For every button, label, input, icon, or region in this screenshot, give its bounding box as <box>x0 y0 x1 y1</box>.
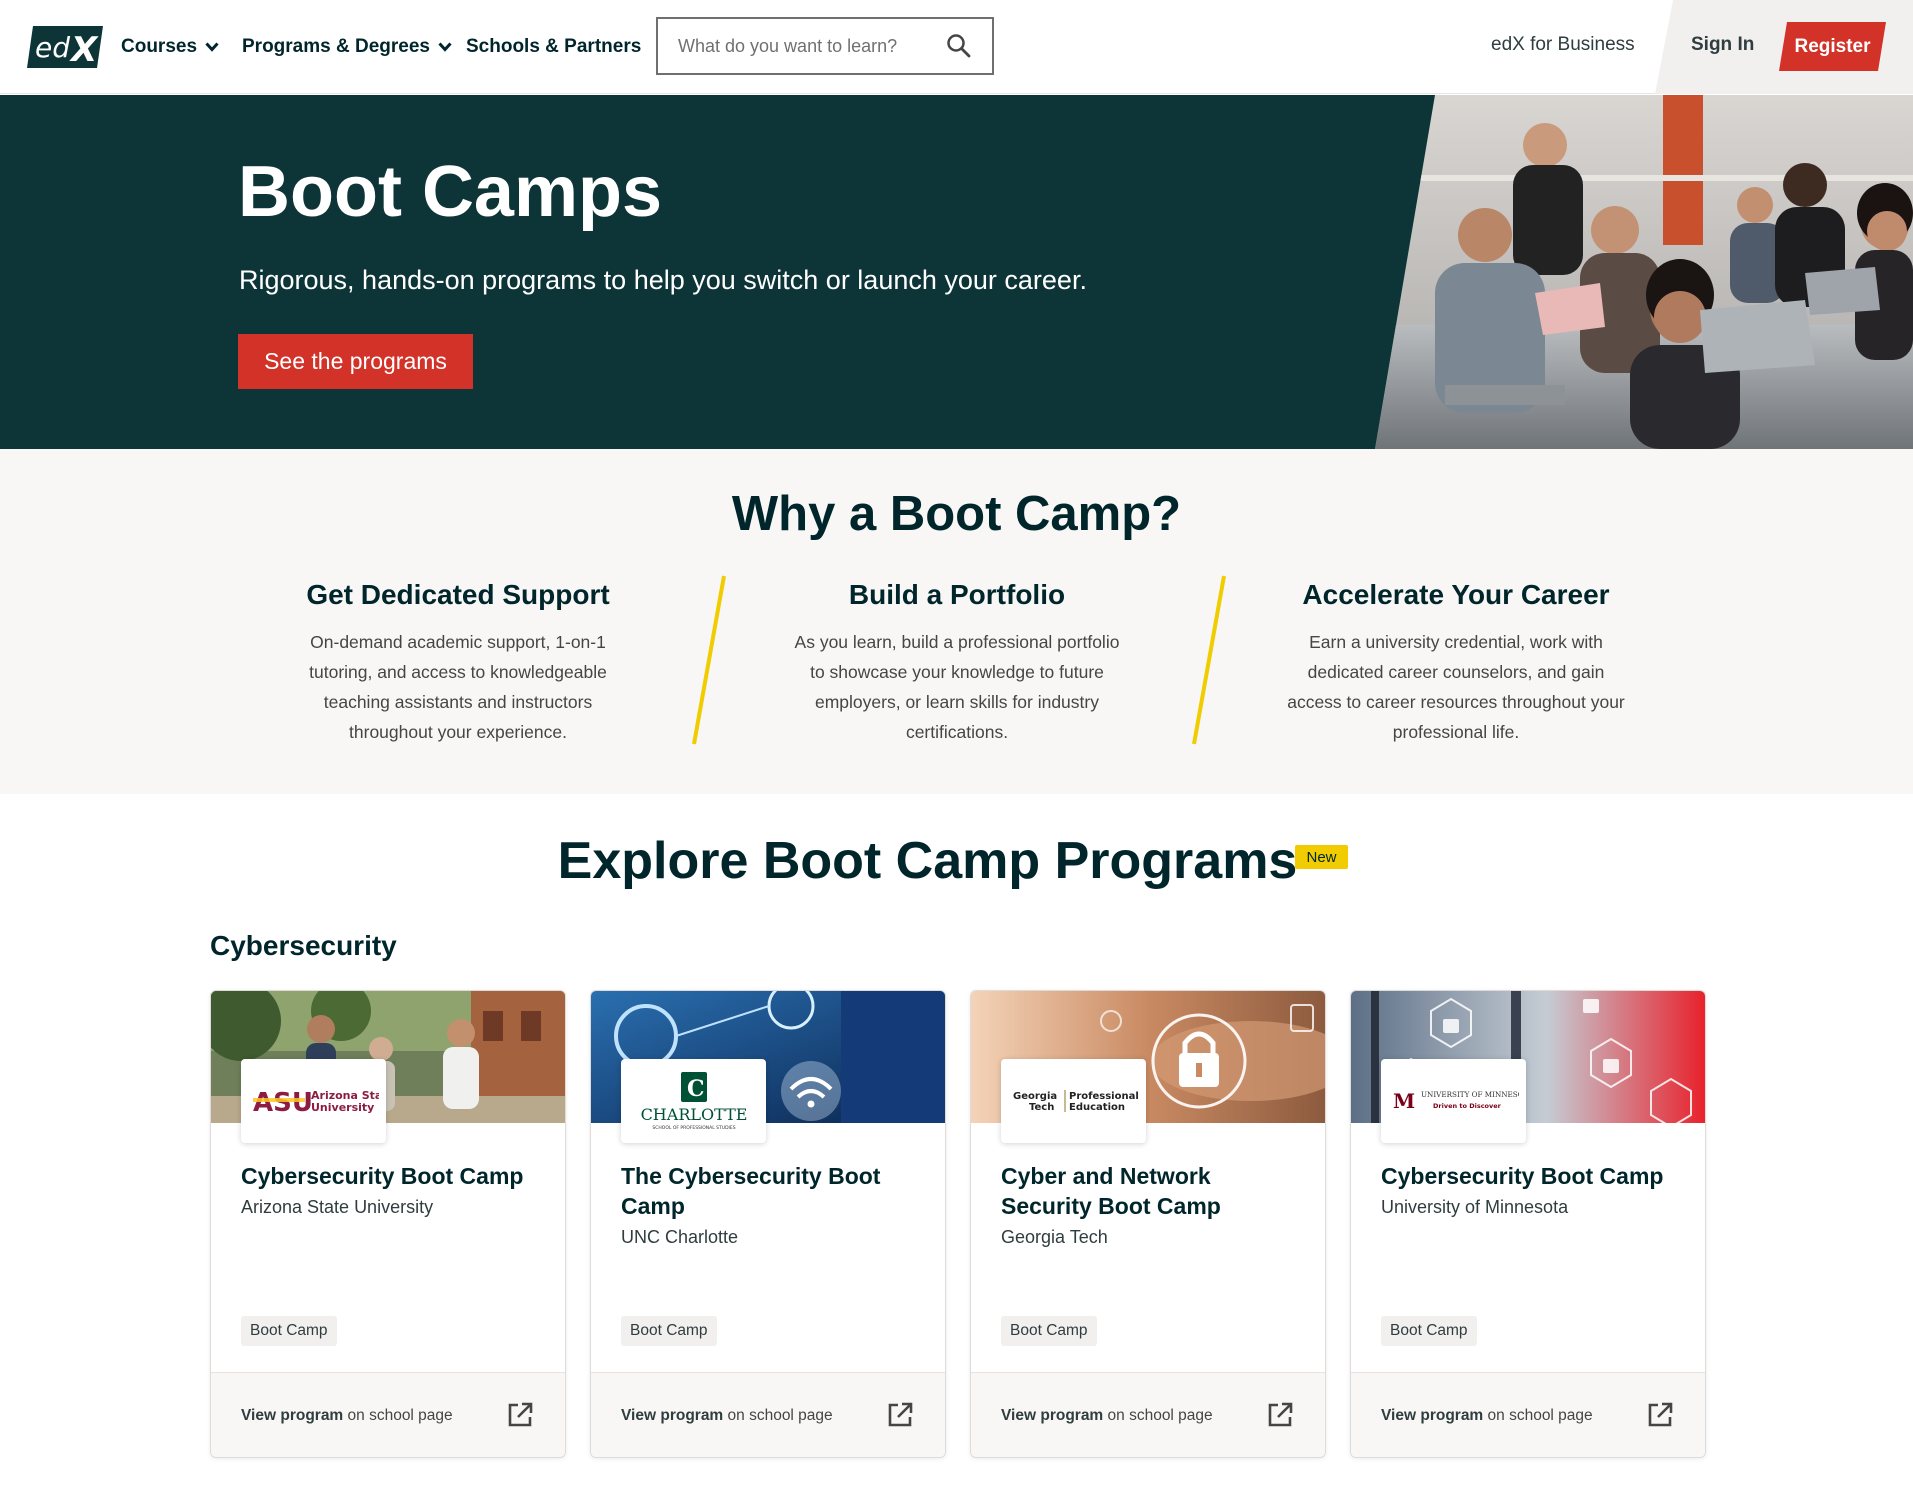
svg-text:CHARLOTTE: CHARLOTTE <box>640 1105 747 1124</box>
view-program-link[interactable]: View program on school page <box>621 1407 833 1425</box>
see-programs-button[interactable]: See the programs <box>238 334 473 389</box>
card-title[interactable]: Cybersecurity Boot Camp Arizona State Un… <box>241 1161 541 1221</box>
search-box <box>656 17 994 75</box>
program-card[interactable]: Georgia Tech Professional Education Cybe… <box>970 990 1326 1458</box>
university-of-minnesota-logo: M UNIVERSITY OF MINNESOTA Driven to Disc… <box>1381 1059 1526 1143</box>
yellow-slash-divider <box>1192 575 1226 745</box>
card-title-text: Cyber and Network Security Boot Camp <box>1001 1163 1221 1219</box>
svg-text:C: C <box>687 1076 705 1102</box>
external-link-icon[interactable] <box>1646 1401 1674 1429</box>
program-card[interactable]: M UNIVERSITY OF MINNESOTA Driven to Disc… <box>1350 990 1706 1458</box>
svg-text:Driven to Discover: Driven to Discover <box>1433 1102 1502 1110</box>
view-program-rest: on school page <box>343 1407 453 1424</box>
svg-text:M: M <box>1393 1089 1415 1113</box>
card-title[interactable]: Cybersecurity Boot Camp University of Mi… <box>1381 1161 1681 1221</box>
hero-title: Boot Camps <box>238 152 663 232</box>
svg-text:SCHOOL OF PROFESSIONAL STUDIES: SCHOOL OF PROFESSIONAL STUDIES <box>652 1125 735 1131</box>
view-program-bold: View program <box>621 1407 724 1424</box>
svg-text:Education: Education <box>1069 1102 1125 1113</box>
chevron-down-icon <box>438 42 452 52</box>
why-heading: Get Dedicated Support <box>306 579 610 610</box>
card-title-text: The Cybersecurity Boot Camp <box>621 1163 881 1219</box>
svg-text:X: X <box>69 30 99 68</box>
card-title-text: Cybersecurity Boot Camp <box>241 1163 524 1189</box>
hero-classroom-photo <box>1375 95 1913 449</box>
card-tag: Boot Camp <box>1001 1316 1097 1346</box>
svg-text:ASU: ASU <box>253 1088 313 1118</box>
nav-schools-label: Schools & Partners <box>466 36 642 57</box>
svg-text:Georgia: Georgia <box>1013 1091 1057 1102</box>
new-badge: New <box>1295 845 1348 869</box>
external-link-icon[interactable] <box>886 1401 914 1429</box>
why-text: Earn a university credential, work with … <box>1287 632 1625 742</box>
unc-charlotte-logo: C CHARLOTTE SCHOOL OF PROFESSIONAL STUDI… <box>621 1059 766 1143</box>
card-school: UNC Charlotte <box>621 1227 739 1247</box>
hero-subtitle: Rigorous, hands-on programs to help you … <box>239 265 1087 295</box>
view-program-link[interactable]: View program on school page <box>241 1407 453 1425</box>
nav-courses[interactable]: Courses <box>121 34 219 60</box>
site-header: ed X Courses Programs & Degrees Schools … <box>0 0 1913 94</box>
card-title-text: Cybersecurity Boot Camp <box>1381 1163 1664 1189</box>
card-tag: Boot Camp <box>621 1316 717 1346</box>
edx-logo[interactable]: ed X <box>27 26 103 68</box>
program-card[interactable]: ASU Arizona State University Cybersecuri… <box>210 990 566 1458</box>
register-button[interactable]: Register <box>1779 22 1886 71</box>
why-heading: Accelerate Your Career <box>1302 579 1610 610</box>
card-title[interactable]: Cyber and Network Security Boot Camp Geo… <box>1001 1161 1301 1251</box>
card-school: University of Minnesota <box>1381 1197 1569 1217</box>
why-bootcamp-section: Why a Boot Camp? Get Dedicated Support O… <box>0 449 1913 794</box>
nav-programs-label: Programs & Degrees <box>242 36 430 57</box>
external-link-icon[interactable] <box>506 1401 534 1429</box>
view-program-link[interactable]: View program on school page <box>1001 1407 1213 1425</box>
view-program-rest: on school page <box>723 1407 833 1424</box>
svg-text:Professional: Professional <box>1069 1091 1139 1102</box>
view-program-bold: View program <box>1381 1407 1484 1424</box>
georgia-tech-logo: Georgia Tech Professional Education <box>1001 1059 1146 1143</box>
view-program-rest: on school page <box>1483 1407 1593 1424</box>
view-program-bold: View program <box>241 1407 344 1424</box>
svg-text:University: University <box>311 1101 374 1114</box>
view-program-bold: View program <box>1001 1407 1104 1424</box>
why-column-career: Accelerate Your Career Earn a university… <box>1286 579 1626 747</box>
category-title: Cybersecurity <box>210 930 397 961</box>
svg-text:UNIVERSITY OF MINNESOTA: UNIVERSITY OF MINNESOTA <box>1421 1090 1519 1099</box>
why-text: As you learn, build a professional portf… <box>794 632 1120 742</box>
card-footer[interactable]: View program on school page <box>1351 1372 1705 1457</box>
nav-schools-partners[interactable]: Schools & Partners <box>466 34 641 60</box>
card-title[interactable]: The Cybersecurity Boot Camp UNC Charlott… <box>621 1161 921 1251</box>
card-footer[interactable]: View program on school page <box>971 1372 1325 1457</box>
why-heading: Build a Portfolio <box>848 579 1066 610</box>
asu-logo: ASU Arizona State University <box>241 1059 386 1143</box>
card-footer[interactable]: View program on school page <box>591 1372 945 1457</box>
yellow-slash-divider <box>692 575 726 745</box>
nav-programs-degrees[interactable]: Programs & Degrees <box>242 34 452 60</box>
edx-for-business-link[interactable]: edX for Business <box>1491 34 1635 56</box>
sign-in-link[interactable]: Sign In <box>1691 34 1754 56</box>
svg-text:Tech: Tech <box>1029 1102 1054 1113</box>
why-column-support: Get Dedicated Support On-demand academic… <box>288 579 628 747</box>
view-program-link[interactable]: View program on school page <box>1381 1407 1593 1425</box>
search-icon[interactable] <box>946 33 972 59</box>
why-column-portfolio: Build a Portfolio As you learn, build a … <box>787 579 1127 747</box>
chevron-down-icon <box>205 42 219 52</box>
svg-text:ed: ed <box>35 31 70 64</box>
explore-title: Explore Boot Camp Programs <box>557 832 1298 890</box>
card-footer[interactable]: View program on school page <box>211 1372 565 1457</box>
why-title: Why a Boot Camp? <box>731 487 1182 541</box>
card-tag: Boot Camp <box>1381 1316 1477 1346</box>
hero-banner: Boot Camps Rigorous, hands-on programs t… <box>0 95 1913 449</box>
card-tag: Boot Camp <box>241 1316 337 1346</box>
search-input[interactable] <box>678 35 938 57</box>
program-card[interactable]: C CHARLOTTE SCHOOL OF PROFESSIONAL STUDI… <box>590 990 946 1458</box>
card-school: Georgia Tech <box>1001 1227 1108 1247</box>
view-program-rest: on school page <box>1103 1407 1213 1424</box>
card-school: Arizona State University <box>241 1197 434 1217</box>
why-text: On-demand academic support, 1-on-1 tutor… <box>309 632 607 742</box>
external-link-icon[interactable] <box>1266 1401 1294 1429</box>
nav-courses-label: Courses <box>121 36 198 57</box>
